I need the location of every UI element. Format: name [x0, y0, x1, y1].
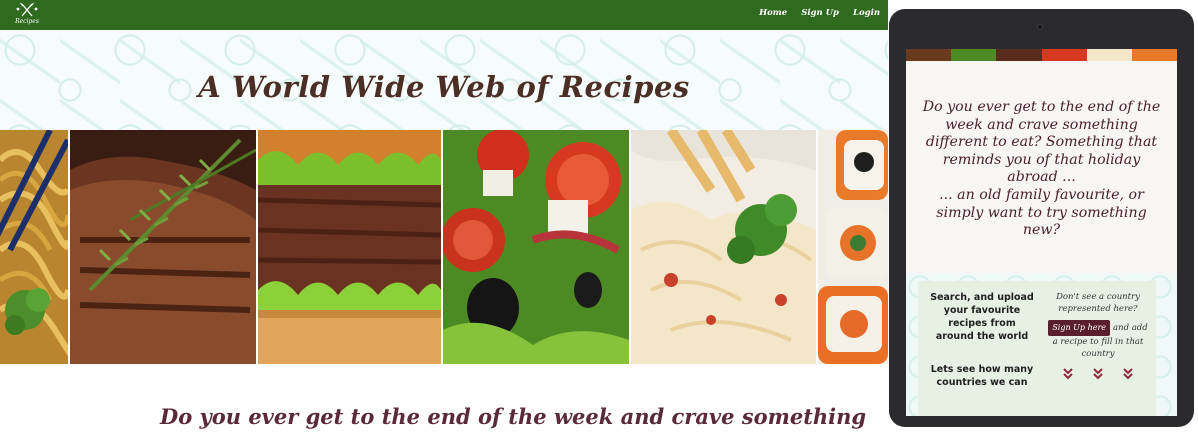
- desktop-mockup: Recipes Home Sign Up Login A World Wide …: [0, 0, 888, 439]
- tablet-intro-line: new?: [1022, 222, 1061, 239]
- tablet-intro-line: reminds you of that holiday: [942, 151, 1141, 168]
- hero-title: A World Wide Web of Recipes: [198, 70, 690, 104]
- chevron-down-icon[interactable]: [1063, 368, 1073, 380]
- logo-text: Recipes: [15, 18, 39, 25]
- crossed-utensils-icon: [16, 2, 38, 17]
- card-right-line: country: [1081, 349, 1115, 359]
- signup-here-button[interactable]: Sign Up here: [1048, 320, 1111, 336]
- card-left-line: recipes from: [948, 318, 1016, 329]
- tablet-intro-line: Do you ever get to the end of the: [922, 99, 1161, 115]
- navbar: Recipes Home Sign Up Login: [0, 0, 888, 30]
- missing-country-text: Don't see a country represented here? Si…: [1044, 291, 1152, 380]
- nav-login-link[interactable]: Login: [853, 8, 880, 18]
- nav-links: Home Sign Up Login: [759, 8, 880, 18]
- camera-icon: [1037, 24, 1043, 30]
- card-left-line: countries we can: [936, 377, 1028, 388]
- chevron-down-icon[interactable]: [1123, 368, 1133, 380]
- signup-row: Sign Up here and add: [1044, 320, 1152, 336]
- tablet-intro-line: simply want to try something: [936, 204, 1147, 221]
- chevron-down-icon[interactable]: [1093, 368, 1103, 380]
- intro-text: Do you ever get to the end of the week a…: [160, 404, 867, 429]
- search-upload-text: Search, and upload your favourite recipe…: [922, 291, 1042, 389]
- nav-home-link[interactable]: Home: [759, 8, 787, 18]
- card-right-line: Don't see a country: [1056, 292, 1140, 302]
- tablet-info-card: Search, and upload your favourite recipe…: [918, 281, 1156, 416]
- scroll-down-indicators: [1044, 368, 1152, 380]
- hero-banner: A World Wide Web of Recipes: [0, 30, 888, 130]
- card-left-line: Search, and upload: [930, 292, 1034, 303]
- site-logo[interactable]: Recipes: [12, 2, 42, 28]
- tablet-intro-line: ... an old family favourite, or: [939, 186, 1144, 203]
- tablet-food-strip: [906, 49, 1177, 61]
- pasta-image: [631, 130, 816, 364]
- tablet-intro-text: Do you ever get to the end of the week a…: [916, 99, 1167, 240]
- card-right-line: represented here?: [1058, 304, 1138, 314]
- tablet-intro-line: abroad ...: [1007, 169, 1076, 186]
- burger-image: [258, 130, 441, 364]
- tablet-intro-line: week and crave something: [945, 116, 1138, 133]
- food-image-strip: [0, 130, 888, 364]
- greek-salad-image: [443, 130, 629, 364]
- card-left-line: your favourite: [943, 305, 1021, 316]
- card-left-line: around the world: [935, 331, 1029, 342]
- card-left-line: Lets see how many: [930, 364, 1034, 375]
- tablet-intro-line: different to eat? Something that: [925, 134, 1158, 151]
- card-right-line: a recipe to fill in that: [1052, 337, 1144, 347]
- tablet-screen: Do you ever get to the end of the week a…: [906, 49, 1177, 416]
- sushi-image: [818, 130, 888, 364]
- noodles-image: [0, 130, 68, 364]
- screenshot-stage: Recipes Home Sign Up Login A World Wide …: [0, 0, 1198, 439]
- steak-rosemary-image: [70, 130, 256, 364]
- signup-after-text: and add: [1113, 323, 1148, 333]
- nav-signup-link[interactable]: Sign Up: [801, 8, 839, 18]
- tablet-mockup: Do you ever get to the end of the week a…: [889, 9, 1194, 427]
